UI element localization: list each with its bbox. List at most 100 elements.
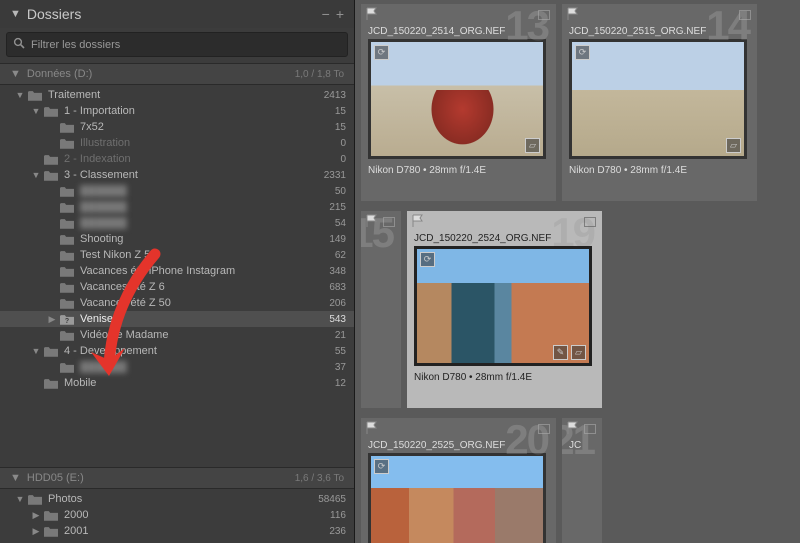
thumbnail-cell[interactable]: 15 <box>361 211 401 408</box>
folder-icon <box>60 202 74 213</box>
sync-badge-icon: ⟳ <box>374 45 389 60</box>
folder-label: Illustration <box>80 137 336 149</box>
panel-collapse-caret[interactable]: ▼ <box>10 8 21 20</box>
folder-icon <box>60 186 74 197</box>
folder-row[interactable]: ▼3 - Classement2331 <box>0 167 354 183</box>
folder-row[interactable]: ▶2001236 <box>0 523 354 539</box>
flag-icon[interactable] <box>411 214 425 228</box>
folder-count: 236 <box>325 526 346 537</box>
folder-row[interactable]: 2 - Indexation0 <box>0 151 354 167</box>
stack-icon[interactable] <box>739 10 751 20</box>
folder-row[interactable]: ██████215 <box>0 199 354 215</box>
folder-row[interactable]: Illustration0 <box>0 135 354 151</box>
filter-folders-input[interactable] <box>31 39 341 51</box>
folder-count: 543 <box>325 314 346 325</box>
folder-row[interactable]: ██████50 <box>0 183 354 199</box>
folder-row[interactable]: Test Nikon Z 562 <box>0 247 354 263</box>
folder-label: 2000 <box>64 509 326 521</box>
panel-header: ▼ Dossiers − + <box>0 0 354 28</box>
folder-row[interactable]: ▶2000116 <box>0 507 354 523</box>
folder-count: 15 <box>331 106 346 117</box>
folder-row[interactable]: ██████54 <box>0 215 354 231</box>
folder-row[interactable]: ▼ Traitement2413 <box>0 87 354 103</box>
thumbnail-cell[interactable]: 13JCD_150220_2514_ORG.NEF⟳▱Nikon D780 • … <box>361 4 556 201</box>
folder-row[interactable]: Mobile12 <box>0 375 354 391</box>
volume-capacity: 1,6 / 3,6 To <box>295 473 344 484</box>
folder-row[interactable]: Shooting149 <box>0 231 354 247</box>
folder-row[interactable]: 7x5215 <box>0 119 354 135</box>
folder-row[interactable]: Vacances été Z 6683 <box>0 279 354 295</box>
volume-capacity: 1,0 / 1,8 To <box>295 69 344 80</box>
folder-label: Traitement <box>48 89 320 101</box>
folder-icon <box>44 378 58 389</box>
folder-row[interactable]: Vidéo Ile Madame21 <box>0 327 354 343</box>
folder-row-selected[interactable]: ▶?Venise543 <box>0 311 354 327</box>
camera-meta: Nikon D780 • 28mm f/1.4E <box>368 165 549 176</box>
folder-label: 1 - Importation <box>64 105 331 117</box>
chevron-down-icon[interactable]: ▼ <box>30 346 42 356</box>
folder-count: 58465 <box>314 494 346 505</box>
chevron-right-icon[interactable]: ▶ <box>30 510 42 521</box>
camera-meta: Nikon D780 • 28mm f/1.4E <box>569 165 750 176</box>
panel-minus-icon[interactable]: − <box>322 6 330 22</box>
camera-meta: Nikon D780 • 28mm f/1.4E <box>414 372 595 383</box>
folder-row[interactable]: ▼4 - Developpement55 <box>0 343 354 359</box>
folder-count: 215 <box>325 202 346 213</box>
stack-icon[interactable] <box>383 217 395 227</box>
folder-label: Mobile <box>64 377 331 389</box>
panel-plus-icon[interactable]: + <box>336 6 344 22</box>
folder-label: Vidéo Ile Madame <box>80 329 331 341</box>
stack-icon[interactable] <box>584 217 596 227</box>
folder-label: ██████ <box>80 217 331 229</box>
folder-row[interactable]: ▼ 1 - Importation15 <box>0 103 354 119</box>
thumbnail-frame: ⟳▱ <box>569 39 747 159</box>
volume-e[interactable]: ▼ HDD05 (E:) 1,6 / 3,6 To <box>0 467 354 489</box>
thumbnail-cell[interactable]: 20JCD_150220_2525_ORG.NEF⟳▱Nikon D780 • … <box>361 418 556 543</box>
folder-count: 2413 <box>320 90 346 101</box>
thumbnail-grid[interactable]: 13JCD_150220_2514_ORG.NEF⟳▱Nikon D780 • … <box>355 0 800 543</box>
folder-tree-d[interactable]: ▼Traitement2413▼1 - Importation157x5215I… <box>0 85 354 467</box>
thumbnail-cell[interactable]: 21JC <box>562 418 602 543</box>
stack-icon[interactable] <box>538 10 550 20</box>
thumbnail-image[interactable]: ⟳▱ <box>572 42 744 156</box>
thumbnail-image[interactable]: ⟳✎▱ <box>417 249 589 363</box>
chevron-down-icon[interactable]: ▼ <box>14 494 26 504</box>
folder-count: 15 <box>331 122 346 133</box>
chevron-down-icon[interactable]: ▼ <box>30 106 42 116</box>
folder-icon <box>28 494 42 505</box>
folder-count: 149 <box>325 234 346 245</box>
stack-icon[interactable] <box>538 424 550 434</box>
folders-panel: ▼ Dossiers − + ▼ Données (D:) 1,0 / 1,8 … <box>0 0 355 543</box>
flag-icon[interactable] <box>365 7 379 21</box>
flag-icon[interactable] <box>566 7 580 21</box>
folder-row[interactable]: Vacances été iPhone Instagram348 <box>0 263 354 279</box>
stack-icon[interactable] <box>584 424 596 434</box>
folder-count: 37 <box>331 362 346 373</box>
thumbnail-cell[interactable]: 14JCD_150220_2515_ORG.NEF⟳▱Nikon D780 • … <box>562 4 757 201</box>
chevron-right-icon[interactable]: ▶ <box>46 314 58 325</box>
volume-d[interactable]: ▼ Données (D:) 1,0 / 1,8 To <box>0 63 354 85</box>
thumbnail-cell-selected[interactable]: 19JCD_150220_2524_ORG.NEF⟳✎▱Nikon D780 •… <box>407 211 602 408</box>
chevron-down-icon[interactable]: ▼ <box>30 170 42 180</box>
folder-row[interactable]: Vacances été Z 50206 <box>0 295 354 311</box>
flag-icon[interactable] <box>365 214 379 228</box>
folder-icon <box>60 218 74 229</box>
folder-row[interactable]: ▼Photos58465 <box>0 491 354 507</box>
thumbnail-image[interactable]: ⟳▱ <box>371 456 543 543</box>
flag-icon[interactable] <box>365 421 379 435</box>
folder-icon <box>44 510 58 521</box>
folder-label: 2 - Indexation <box>64 153 336 165</box>
folder-row[interactable]: ██████37 <box>0 359 354 375</box>
thumbnail-image[interactable]: ⟳▱ <box>371 42 543 156</box>
folder-icon <box>44 154 58 165</box>
folder-count: 348 <box>325 266 346 277</box>
filter-row[interactable] <box>6 32 348 57</box>
folder-label: Venise <box>80 313 325 325</box>
folder-count: 2331 <box>320 170 346 181</box>
flag-icon[interactable] <box>566 421 580 435</box>
folder-icon <box>60 234 74 245</box>
folder-tree-e[interactable]: ▼Photos58465▶2000116▶2001236 <box>0 489 354 543</box>
folder-count: 50 <box>331 186 346 197</box>
chevron-right-icon[interactable]: ▶ <box>30 526 42 537</box>
chevron-down-icon[interactable]: ▼ <box>14 90 26 100</box>
